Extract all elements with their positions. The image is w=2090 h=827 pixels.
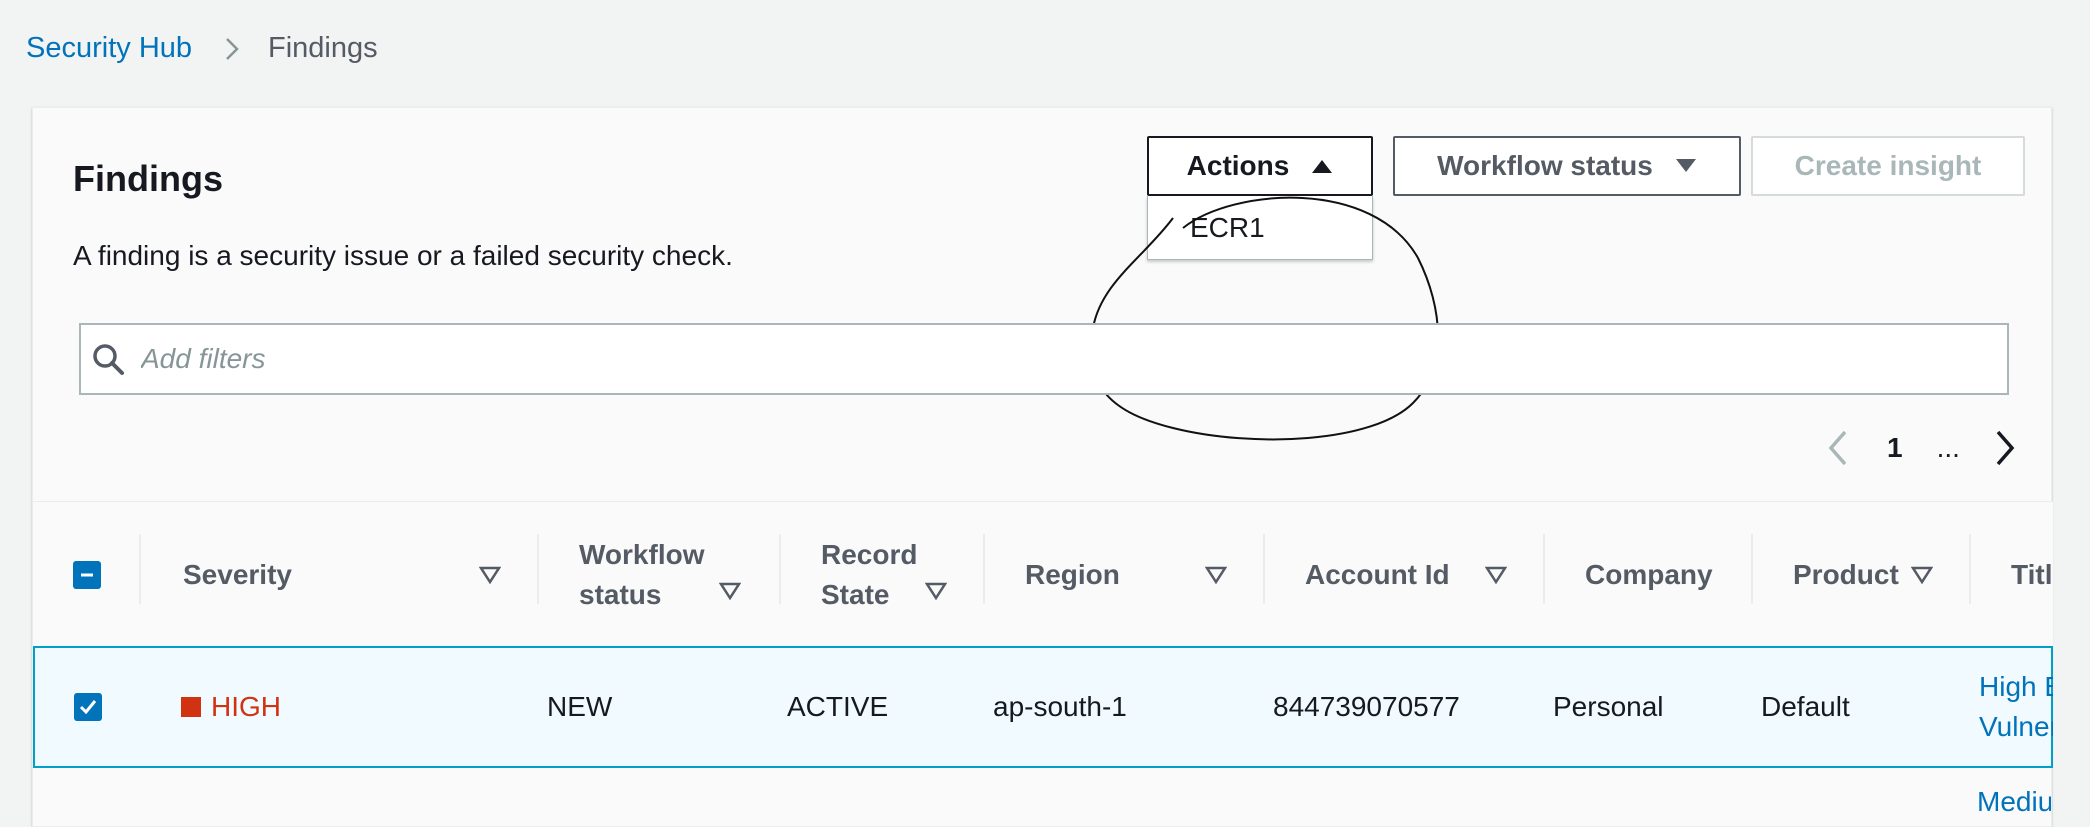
breadcrumb-current: Findings — [268, 32, 378, 64]
filter-search-bar — [79, 323, 2009, 395]
checkmark-icon — [79, 700, 97, 715]
column-label: State — [821, 578, 890, 610]
column-label: Severity — [183, 558, 292, 590]
column-label: Title — [2011, 558, 2053, 590]
create-insight-button[interactable]: Create insight — [1751, 136, 2025, 196]
chevron-right-icon — [226, 37, 239, 60]
sort-icon[interactable] — [925, 582, 947, 600]
search-input[interactable] — [141, 343, 1941, 375]
column-label: Company — [1585, 558, 1713, 590]
workflow-cell: NEW — [547, 691, 613, 722]
workflow-status-button[interactable]: Workflow status — [1393, 136, 1741, 196]
page-ellipsis: ... — [1936, 432, 1960, 463]
row-checkbox[interactable] — [74, 693, 102, 721]
page-title: Findings — [73, 158, 223, 199]
finding-title-link-line2[interactable]: Vulner — [1979, 707, 2053, 747]
account-id-cell: 844739070577 — [1273, 691, 1460, 722]
title-cell: High E Vulner — [1979, 648, 2053, 766]
next-row-title-link[interactable]: Mediu — [1977, 786, 2051, 818]
sort-icon[interactable] — [1485, 566, 1507, 584]
sort-icon[interactable] — [1205, 566, 1227, 584]
pagination: 1 ... — [1823, 423, 2020, 473]
caret-up-icon — [1312, 160, 1333, 173]
page-description: A finding is a security issue or a faile… — [73, 240, 733, 271]
column-label: Product — [1793, 558, 1899, 590]
column-header-workflow-status[interactable]: Workflow status — [539, 502, 781, 647]
column-label: Account Id — [1305, 558, 1450, 590]
sort-icon[interactable] — [1911, 566, 1933, 584]
company-cell: Personal — [1553, 691, 1664, 722]
caret-down-icon — [1675, 159, 1696, 172]
record-state-cell: ACTIVE — [787, 691, 889, 722]
finding-title-link[interactable]: High E — [1979, 667, 2053, 707]
page-number-button[interactable]: 1 — [1887, 432, 1903, 464]
column-label: Record — [821, 538, 918, 570]
severity-cell: HIGH — [181, 648, 281, 766]
breadcrumb: Security Hub Findings — [26, 32, 378, 65]
workflow-status-button-label: Workflow status — [1437, 150, 1653, 181]
column-header-account-id[interactable]: Account Id — [1265, 502, 1545, 647]
severity-value: HIGH — [211, 691, 281, 722]
sort-icon[interactable] — [719, 582, 741, 600]
row-select-cell — [35, 648, 141, 766]
column-label: status — [579, 578, 662, 610]
column-label: Workflow — [579, 538, 705, 570]
severity-square-icon — [181, 697, 201, 717]
select-all-checkbox[interactable] — [73, 560, 101, 589]
menu-item-ecr1[interactable]: ECR1 — [1190, 212, 1265, 244]
breadcrumb-security-hub-link[interactable]: Security Hub — [26, 32, 192, 65]
column-header-product[interactable]: Product — [1753, 502, 1971, 647]
column-header-region[interactable]: Region — [985, 502, 1265, 647]
select-all-cell — [33, 502, 141, 647]
table-row[interactable]: HIGH NEW ACTIVE ap-south-1 844739070577 … — [33, 646, 2053, 768]
actions-button[interactable]: Actions — [1147, 136, 1373, 196]
product-cell: Default — [1761, 691, 1850, 722]
column-header-title[interactable]: Title — [1971, 502, 2053, 647]
region-cell: ap-south-1 — [993, 691, 1127, 722]
column-header-severity[interactable]: Severity — [141, 502, 539, 647]
column-header-company[interactable]: Company — [1545, 502, 1753, 647]
search-icon — [93, 344, 124, 375]
chevron-right-icon[interactable] — [1990, 428, 2020, 468]
chevron-left-icon[interactable] — [1823, 428, 1853, 468]
actions-dropdown-menu: ECR1 — [1147, 196, 1373, 260]
minus-icon — [81, 573, 93, 576]
table-header: Severity Workflow status Record State Re… — [33, 501, 2053, 646]
findings-panel: Findings A finding is a security issue o… — [32, 107, 2053, 827]
column-label: Region — [1025, 558, 1120, 590]
sort-icon[interactable] — [479, 566, 501, 584]
column-header-record-state[interactable]: Record State — [781, 502, 985, 647]
actions-button-label: Actions — [1186, 150, 1290, 181]
